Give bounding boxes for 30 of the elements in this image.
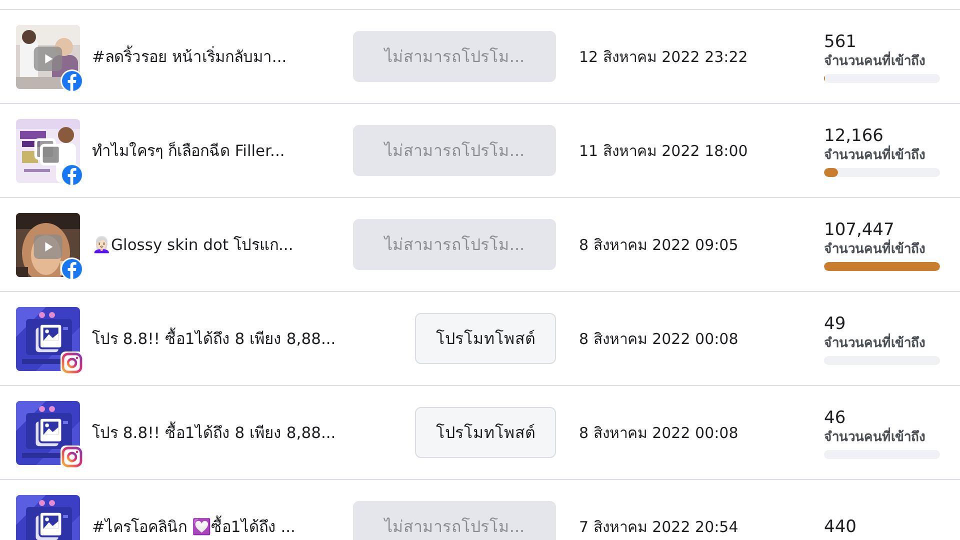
reach-count: 46 xyxy=(824,406,847,428)
post-date: 11 สิงหาคม 2022 18:00 xyxy=(579,140,749,162)
facebook-icon xyxy=(60,68,84,92)
reach-label: จำนวนคนที่เข้าถึง xyxy=(824,52,926,70)
reach-label: จำนวนคนที่เข้าถึง xyxy=(824,146,926,164)
post-title[interactable]: #ลดริ้วรอย หน้าเริ่มกลับมา... xyxy=(92,46,341,68)
reach-count: 49 xyxy=(824,312,847,334)
post-title[interactable]: โปร 8.8!! ซื้อ1ได้ถึง 8 เพียง 8,88... xyxy=(92,422,407,444)
post-title[interactable]: โปร 8.8!! ซื้อ1ได้ถึง 8 เพียง 8,88... xyxy=(92,328,407,350)
reach-count: 440 xyxy=(824,516,858,538)
reach-label: จำนวนคนที่เข้าถึง xyxy=(824,428,926,446)
promote-button[interactable]: โปรโมทโพสต์ xyxy=(415,313,556,364)
post-title[interactable]: 👩🏻‍🦳Glossy skin dot โปรแก... xyxy=(92,234,341,256)
post-title[interactable]: ทำไมใครๆ ก็เลือกฉีด Filler... xyxy=(92,140,341,162)
instagram-icon xyxy=(60,444,84,468)
post-date: 12 สิงหาคม 2022 23:22 xyxy=(579,46,749,68)
reach-count: 561 xyxy=(824,30,858,52)
facebook-icon xyxy=(60,256,84,280)
post-date: 8 สิงหาคม 2022 00:08 xyxy=(579,422,740,444)
post-title[interactable]: #ไครโอคลินิก 💟ซื้อ1ได้ถึง ... xyxy=(92,516,341,538)
facebook-icon xyxy=(60,162,84,186)
reach-count: 107,447 xyxy=(824,218,896,240)
reach-label: จำนวนคนที่เข้าถึง xyxy=(824,240,926,258)
instagram-icon xyxy=(60,350,84,374)
post-date: 8 สิงหาคม 2022 00:08 xyxy=(579,328,740,350)
reach-label: จำนวนคนที่เข้าถึง xyxy=(824,334,926,352)
reach-count: 12,166 xyxy=(824,124,884,146)
post-date: 7 สิงหาคม 2022 20:54 xyxy=(579,516,740,538)
promote-button[interactable]: โปรโมทโพสต์ xyxy=(415,407,556,458)
post-date: 8 สิงหาคม 2022 09:05 xyxy=(579,234,740,256)
